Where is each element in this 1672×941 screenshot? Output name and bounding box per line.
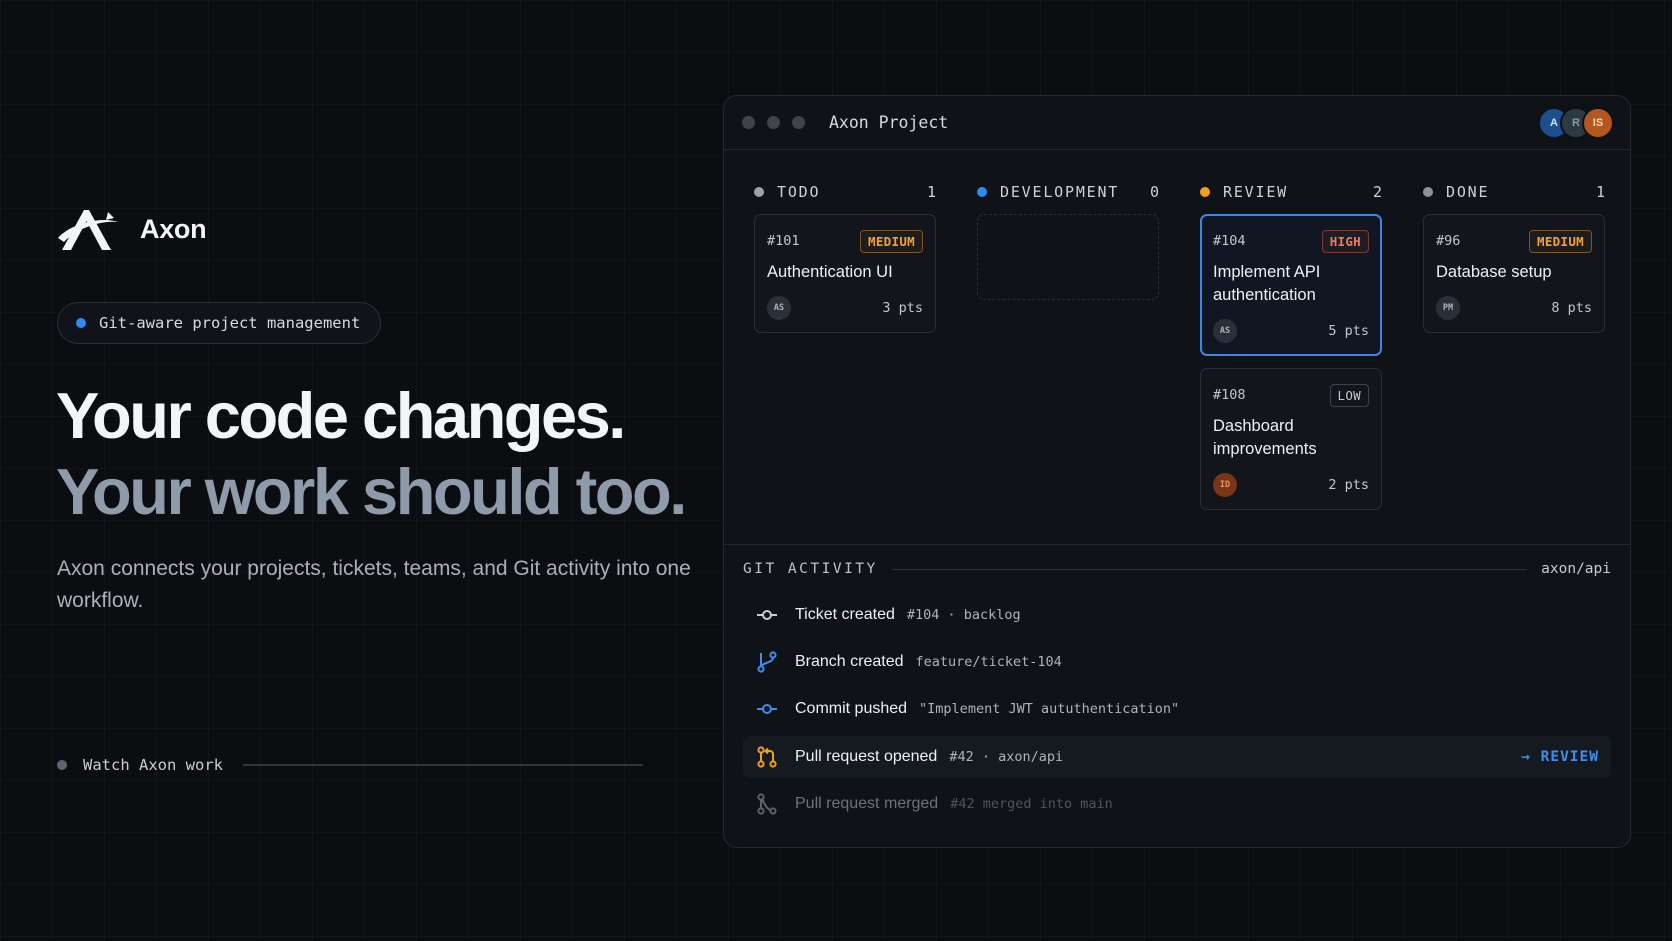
activity-title: Pull request opened [795,748,938,765]
video-progress-track[interactable] [242,764,643,766]
ticket-id: #96 [1436,233,1461,249]
story-points: 8 pts [1551,300,1592,316]
activity-title: Commit pushed [795,700,908,717]
branch-icon [755,650,779,674]
ticket-card-104[interactable]: #104 HIGH Implement API authentication A… [1200,214,1382,356]
column-name: TODO [777,183,821,201]
activity-meta: #42 · axon/api [949,749,1064,765]
git-activity-header: GIT ACTIVITY axon/api [743,561,1611,577]
ticket-title: Database setup [1436,263,1552,281]
column-header: REVIEW 2 [1200,182,1382,202]
feature-pill-label: Git-aware project management [99,314,361,332]
column-count: 1 [1595,183,1605,201]
story-points: 2 pts [1328,477,1369,493]
activity-title: Branch created [795,653,904,670]
window-minimize-button[interactable] [767,116,780,129]
activity-item-highlighted[interactable]: Pull request opened #42 · axon/api → REV… [743,736,1611,778]
activity-meta: feature/ticket-104 [915,654,1062,670]
column-header: DEVELOPMENT 0 [977,182,1159,202]
story-points: 3 pts [882,300,923,316]
column-header: DONE 1 [1423,182,1605,202]
column-status-dot-icon [1200,187,1210,197]
assignee-avatar: PM [1436,296,1460,320]
avatar[interactable]: IS [1582,107,1614,139]
watch-label: Watch Axon work [83,756,223,774]
column-header: TODO 1 [754,182,936,202]
divider [891,568,1528,570]
feature-pill: Git-aware project management [57,302,382,344]
pull-request-icon [755,745,779,769]
activity-meta: "Implement JWT aututhentication" [919,701,1180,717]
activity-item[interactable]: Pull request merged #42 merged into main [743,783,1611,825]
window-title: Axon Project [829,113,949,132]
column-status-dot-icon [977,187,987,197]
commit-icon [755,603,779,627]
activity-title: Pull request merged [795,795,939,812]
assignee-avatar: ID [1213,473,1237,497]
priority-badge: MEDIUM [1529,229,1592,253]
hero-title-line-1: Your code changes. [56,379,626,452]
ticket-id: #101 [767,233,800,249]
merge-icon [755,792,779,816]
column-done: DONE 1 #96 MEDIUM Database setup PM 8 pt… [1423,182,1605,333]
window-controls [742,116,805,129]
assignee-avatar: AS [1213,319,1237,343]
landing-page: Axon Git-aware project management Your c… [0,0,1672,941]
status-dot-icon [76,318,86,328]
column-count: 2 [1372,183,1382,201]
ticket-card-101[interactable]: #101 MEDIUM Authentication UI AS 3 pts [754,214,936,333]
team-avatars[interactable]: A R IS [1538,107,1614,139]
column-name: REVIEW [1223,183,1288,201]
ticket-title: Authentication UI [767,263,893,281]
activity-title: Ticket created [795,606,895,623]
activity-item[interactable]: Commit pushed "Implement JWT aututhentic… [743,688,1611,730]
column-count: 1 [926,183,936,201]
assignee-avatar: AS [767,296,791,320]
ticket-card-96[interactable]: #96 MEDIUM Database setup PM 8 pts [1423,214,1605,333]
status-transition-tag[interactable]: → REVIEW [1521,749,1599,765]
ticket-id: #104 [1213,233,1246,249]
column-count: 0 [1149,183,1159,201]
column-development: DEVELOPMENT 0 [977,182,1159,300]
activity-meta: #42 merged into main [950,796,1113,812]
brand[interactable]: Axon [56,206,207,252]
column-status-dot-icon [1423,187,1433,197]
activity-item[interactable]: Ticket created #104 · backlog [743,594,1611,636]
column-todo: TODO 1 #101 MEDIUM Authentication UI AS … [754,182,936,333]
story-points: 5 pts [1328,323,1369,339]
repo-name[interactable]: axon/api [1541,561,1611,577]
column-status-dot-icon [754,187,764,197]
empty-drop-zone[interactable] [977,214,1159,300]
priority-badge: LOW [1329,383,1369,407]
priority-badge: MEDIUM [860,229,923,253]
column-name: DEVELOPMENT [1000,183,1120,201]
git-activity-panel: GIT ACTIVITY axon/api Ticket created #10… [724,544,1630,815]
ticket-title: Implement API authentication [1213,263,1321,304]
column-review: REVIEW 2 #104 HIGH Implement API authent… [1200,182,1382,510]
brand-name: Axon [140,213,207,244]
window-close-button[interactable] [742,116,755,129]
git-activity-label: GIT ACTIVITY [743,561,878,577]
watch-axon-work-link[interactable]: Watch Axon work [57,756,643,774]
priority-badge: HIGH [1321,229,1369,253]
hero-title: Your code changes. Your work should too. [56,378,687,530]
activity-item[interactable]: Branch created feature/ticket-104 [743,641,1611,683]
window-maximize-button[interactable] [792,116,805,129]
commit-icon [755,697,779,721]
ticket-id: #108 [1213,387,1246,403]
hero-title-line-2: Your work should too. [56,455,687,528]
ticket-title: Dashboard improvements [1213,417,1317,458]
column-name: DONE [1446,183,1490,201]
ticket-card-108[interactable]: #108 LOW Dashboard improvements ID 2 pts [1200,368,1382,510]
axon-logo-icon [58,210,118,250]
window-titlebar: Axon Project A R IS [724,96,1630,150]
hero-subtitle: Axon connects your projects, tickets, te… [57,557,691,612]
play-dot-icon [57,760,67,770]
app-window: Axon Project A R IS TODO 1 #101 MEDIUM A… [723,95,1631,848]
activity-meta: #104 · backlog [906,607,1021,623]
